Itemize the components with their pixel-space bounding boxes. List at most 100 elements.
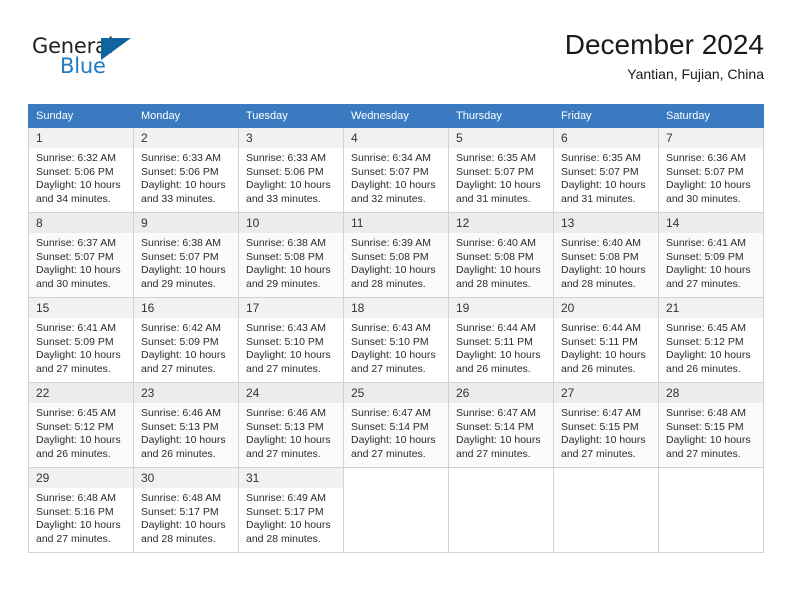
calendar-day-cell[interactable]: 12 Sunrise: 6:40 AM Sunset: 5:08 PM Dayligh…	[448, 212, 554, 298]
calendar-day-cell[interactable]: 28 Sunrise: 6:48 AM Sunset: 5:15 PM Dayligh…	[658, 382, 764, 468]
sunset-text: Sunset: 5:08 PM	[561, 250, 639, 263]
calendar-cell-empty	[553, 467, 659, 553]
sunset-text: Sunset: 5:07 PM	[456, 165, 534, 178]
logo-text-blue: Blue	[60, 54, 106, 78]
daylight-text: Daylight: 10 hours and 30 minutes.	[36, 264, 121, 290]
calendar-day-cell[interactable]: 7 Sunrise: 6:36 AM Sunset: 5:07 PM Daylight…	[658, 127, 764, 213]
day-number: 3	[239, 128, 343, 148]
calendar-day-cell[interactable]: 10 Sunrise: 6:38 AM Sunset: 5:08 PM Dayligh…	[238, 212, 344, 298]
calendar-day-cell[interactable]: 31 Sunrise: 6:49 AM Sunset: 5:17 PM Dayligh…	[238, 467, 344, 553]
day-info: Sunrise: 6:42 AM Sunset: 5:09 PM Daylight:…	[134, 318, 238, 376]
sunrise-text: Sunrise: 6:45 AM	[666, 322, 746, 334]
sunrise-text: Sunrise: 6:37 AM	[36, 237, 116, 249]
calendar-day-cell[interactable]: 27 Sunrise: 6:47 AM Sunset: 5:15 PM Dayligh…	[553, 382, 659, 468]
calendar-day-cell[interactable]: 26 Sunrise: 6:47 AM Sunset: 5:14 PM Dayligh…	[448, 382, 554, 468]
calendar-day-cell[interactable]: 15 Sunrise: 6:41 AM Sunset: 5:09 PM Dayligh…	[28, 297, 134, 383]
daylight-text: Daylight: 10 hours and 34 minutes.	[36, 179, 121, 205]
calendar-day-cell[interactable]: 11 Sunrise: 6:39 AM Sunset: 5:08 PM Dayligh…	[343, 212, 449, 298]
sunrise-text: Sunrise: 6:36 AM	[666, 152, 746, 164]
calendar-day-cell[interactable]: 13 Sunrise: 6:40 AM Sunset: 5:08 PM Dayligh…	[553, 212, 659, 298]
sunrise-text: Sunrise: 6:48 AM	[36, 492, 116, 504]
calendar-day-cell[interactable]: 1 Sunrise: 6:32 AM Sunset: 5:06 PM Daylight…	[28, 127, 134, 213]
page-header: General Blue December 2024 Yantian, Fuji…	[28, 28, 764, 96]
calendar-day-cell[interactable]: 6 Sunrise: 6:35 AM Sunset: 5:07 PM Daylight…	[553, 127, 659, 213]
sunset-text: Sunset: 5:07 PM	[36, 250, 114, 263]
day-number: 5	[449, 128, 553, 148]
calendar-day-cell[interactable]: 8 Sunrise: 6:37 AM Sunset: 5:07 PM Daylight…	[28, 212, 134, 298]
calendar-day-cell[interactable]: 29 Sunrise: 6:48 AM Sunset: 5:16 PM Dayligh…	[28, 467, 134, 553]
sunrise-text: Sunrise: 6:48 AM	[141, 492, 221, 504]
calendar-day-cell[interactable]: 25 Sunrise: 6:47 AM Sunset: 5:14 PM Dayligh…	[343, 382, 449, 468]
general-blue-logo[interactable]: General Blue	[32, 34, 212, 90]
day-info: Sunrise: 6:35 AM Sunset: 5:07 PM Daylight:…	[554, 148, 658, 206]
day-info: Sunrise: 6:33 AM Sunset: 5:06 PM Daylight:…	[239, 148, 343, 206]
daylight-text: Daylight: 10 hours and 27 minutes.	[36, 349, 121, 375]
calendar-day-cell[interactable]: 2 Sunrise: 6:33 AM Sunset: 5:06 PM Daylight…	[133, 127, 239, 213]
daylight-text: Daylight: 10 hours and 26 minutes.	[456, 349, 541, 375]
calendar-day-cell[interactable]: 30 Sunrise: 6:48 AM Sunset: 5:17 PM Dayligh…	[133, 467, 239, 553]
calendar-day-cell[interactable]: 17 Sunrise: 6:43 AM Sunset: 5:10 PM Dayligh…	[238, 297, 344, 383]
calendar-day-cell[interactable]: 23 Sunrise: 6:46 AM Sunset: 5:13 PM Dayligh…	[133, 382, 239, 468]
day-info: Sunrise: 6:34 AM Sunset: 5:07 PM Daylight:…	[344, 148, 448, 206]
sunrise-text: Sunrise: 6:38 AM	[246, 237, 326, 249]
calendar-day-cell[interactable]: 16 Sunrise: 6:42 AM Sunset: 5:09 PM Dayligh…	[133, 297, 239, 383]
calendar-day-cell[interactable]: 24 Sunrise: 6:46 AM Sunset: 5:13 PM Dayligh…	[238, 382, 344, 468]
daylight-text: Daylight: 10 hours and 32 minutes.	[351, 179, 436, 205]
sunset-text: Sunset: 5:06 PM	[141, 165, 219, 178]
sunset-text: Sunset: 5:14 PM	[456, 420, 534, 433]
sunrise-text: Sunrise: 6:33 AM	[246, 152, 326, 164]
day-number: 1	[29, 128, 133, 148]
calendar-week-row: 8 Sunrise: 6:37 AM Sunset: 5:07 PM Daylight…	[28, 212, 764, 298]
calendar-day-cell[interactable]: 19 Sunrise: 6:44 AM Sunset: 5:11 PM Dayligh…	[448, 297, 554, 383]
sunset-text: Sunset: 5:14 PM	[351, 420, 429, 433]
day-info: Sunrise: 6:39 AM Sunset: 5:08 PM Daylight:…	[344, 233, 448, 291]
day-info: Sunrise: 6:40 AM Sunset: 5:08 PM Daylight:…	[449, 233, 553, 291]
calendar-day-cell[interactable]: 18 Sunrise: 6:43 AM Sunset: 5:10 PM Dayligh…	[343, 297, 449, 383]
calendar-day-cell[interactable]: 21 Sunrise: 6:45 AM Sunset: 5:12 PM Dayligh…	[658, 297, 764, 383]
day-info: Sunrise: 6:44 AM Sunset: 5:11 PM Daylight:…	[449, 318, 553, 376]
day-number: 20	[554, 298, 658, 318]
daylight-text: Daylight: 10 hours and 26 minutes.	[36, 434, 121, 460]
sunset-text: Sunset: 5:11 PM	[456, 335, 533, 348]
day-number	[344, 468, 448, 488]
day-number: 9	[134, 213, 238, 233]
sunset-text: Sunset: 5:17 PM	[246, 505, 324, 518]
daylight-text: Daylight: 10 hours and 26 minutes.	[141, 434, 226, 460]
calendar-day-cell[interactable]: 5 Sunrise: 6:35 AM Sunset: 5:07 PM Daylight…	[448, 127, 554, 213]
day-number: 14	[659, 213, 763, 233]
daylight-text: Daylight: 10 hours and 27 minutes.	[666, 434, 751, 460]
day-number: 25	[344, 383, 448, 403]
sunrise-text: Sunrise: 6:33 AM	[141, 152, 221, 164]
day-number: 4	[344, 128, 448, 148]
calendar-header-row: Sunday Monday Tuesday Wednesday Thursday…	[28, 104, 764, 128]
calendar-body: 1 Sunrise: 6:32 AM Sunset: 5:06 PM Daylight…	[28, 127, 764, 553]
day-info: Sunrise: 6:46 AM Sunset: 5:13 PM Daylight:…	[239, 403, 343, 461]
daylight-text: Daylight: 10 hours and 27 minutes.	[456, 434, 541, 460]
sunrise-text: Sunrise: 6:47 AM	[561, 407, 641, 419]
day-number	[659, 468, 763, 488]
day-number: 11	[344, 213, 448, 233]
calendar-day-cell[interactable]: 9 Sunrise: 6:38 AM Sunset: 5:07 PM Daylight…	[133, 212, 239, 298]
calendar-day-cell[interactable]: 20 Sunrise: 6:44 AM Sunset: 5:11 PM Dayligh…	[553, 297, 659, 383]
sunrise-text: Sunrise: 6:40 AM	[561, 237, 641, 249]
sunset-text: Sunset: 5:07 PM	[666, 165, 744, 178]
day-info: Sunrise: 6:38 AM Sunset: 5:08 PM Daylight:…	[239, 233, 343, 291]
weekday-header-sunday: Sunday	[28, 104, 134, 128]
calendar-day-cell[interactable]: 14 Sunrise: 6:41 AM Sunset: 5:09 PM Dayligh…	[658, 212, 764, 298]
sunset-text: Sunset: 5:08 PM	[456, 250, 534, 263]
daylight-text: Daylight: 10 hours and 28 minutes.	[456, 264, 541, 290]
calendar-week-row: 22 Sunrise: 6:45 AM Sunset: 5:12 PM Dayligh…	[28, 382, 764, 468]
calendar-day-cell[interactable]: 3 Sunrise: 6:33 AM Sunset: 5:06 PM Daylight…	[238, 127, 344, 213]
sunrise-text: Sunrise: 6:44 AM	[561, 322, 641, 334]
day-number: 7	[659, 128, 763, 148]
daylight-text: Daylight: 10 hours and 27 minutes.	[666, 264, 751, 290]
daylight-text: Daylight: 10 hours and 27 minutes.	[351, 349, 436, 375]
day-info: Sunrise: 6:48 AM Sunset: 5:17 PM Daylight:…	[134, 488, 238, 546]
daylight-text: Daylight: 10 hours and 29 minutes.	[246, 264, 331, 290]
calendar-day-cell[interactable]: 22 Sunrise: 6:45 AM Sunset: 5:12 PM Dayligh…	[28, 382, 134, 468]
day-info: Sunrise: 6:44 AM Sunset: 5:11 PM Daylight:…	[554, 318, 658, 376]
sunrise-text: Sunrise: 6:35 AM	[561, 152, 641, 164]
day-info: Sunrise: 6:38 AM Sunset: 5:07 PM Daylight:…	[134, 233, 238, 291]
calendar-day-cell[interactable]: 4 Sunrise: 6:34 AM Sunset: 5:07 PM Daylight…	[343, 127, 449, 213]
day-info: Sunrise: 6:43 AM Sunset: 5:10 PM Daylight:…	[344, 318, 448, 376]
